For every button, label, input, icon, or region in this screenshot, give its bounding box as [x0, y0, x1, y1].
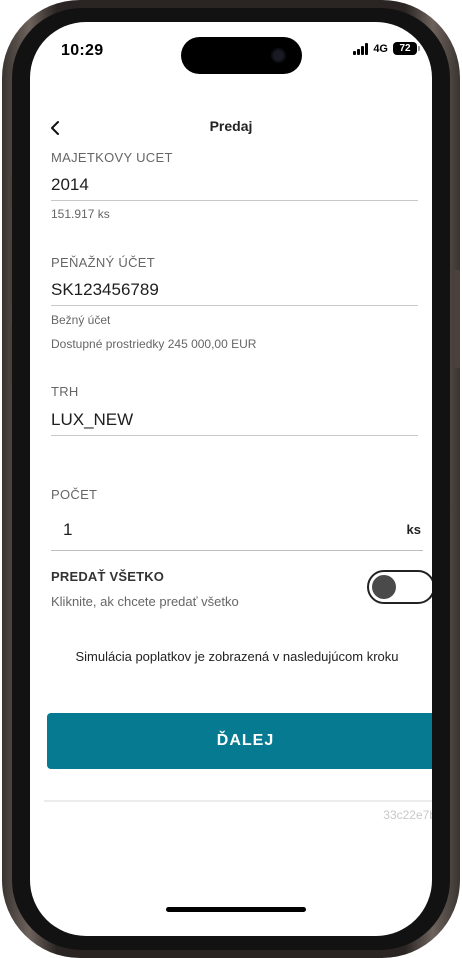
screen: 10:29 4G 72 Predaj MAJETKOVY UCET 2014 1… — [30, 22, 432, 936]
count-value: 1 — [63, 520, 73, 539]
home-indicator[interactable] — [166, 907, 306, 912]
fees-info-text: Simulácia poplatkov je zobrazená v nasle… — [75, 649, 399, 664]
camera-icon — [271, 48, 286, 63]
asset-quantity: 151.917 ks — [51, 207, 110, 221]
cash-account-underline — [51, 305, 418, 306]
count-label: POČET — [51, 487, 98, 502]
battery-icon: 72 — [393, 42, 420, 55]
count-unit: ks — [406, 522, 421, 537]
status-indicators: 4G 72 — [353, 42, 420, 55]
count-input[interactable]: 1 ks — [51, 513, 423, 551]
market-value[interactable]: LUX_NEW — [51, 410, 133, 430]
battery-level: 72 — [393, 42, 417, 55]
cash-account-type: Bežný účet — [51, 313, 111, 327]
toggle-knob — [372, 575, 396, 599]
market-underline — [51, 435, 418, 436]
chevron-left-icon[interactable] — [46, 118, 66, 138]
sell-all-toggle[interactable] — [367, 570, 432, 604]
asset-account-label: MAJETKOVY UCET — [51, 150, 173, 165]
divider — [44, 800, 432, 802]
asset-account-value[interactable]: 2014 — [51, 175, 89, 195]
status-time: 10:29 — [61, 42, 104, 59]
power-button — [454, 270, 460, 368]
cash-account-value[interactable]: SK123456789 — [51, 280, 159, 300]
phone-frame: 10:29 4G 72 Predaj MAJETKOVY UCET 2014 1… — [2, 0, 460, 958]
sell-all-hint: Kliknite, ak chcete predať všetko — [51, 594, 239, 609]
sell-all-title: PREDAŤ VŠETKO — [51, 569, 165, 584]
build-id: 33c22e7b — [383, 808, 432, 822]
asset-account-underline — [51, 200, 418, 201]
cash-account-label: PEŇAŽNÝ ÚČET — [51, 255, 156, 270]
dynamic-island — [181, 37, 302, 74]
available-funds: Dostupné prostriedky 245 000,00 EUR — [51, 337, 257, 351]
next-button[interactable]: ĎALEJ — [47, 713, 432, 769]
network-type: 4G — [373, 42, 388, 55]
signal-icon — [353, 42, 369, 55]
page-title: Predaj — [209, 118, 253, 134]
market-label: TRH — [51, 384, 79, 399]
